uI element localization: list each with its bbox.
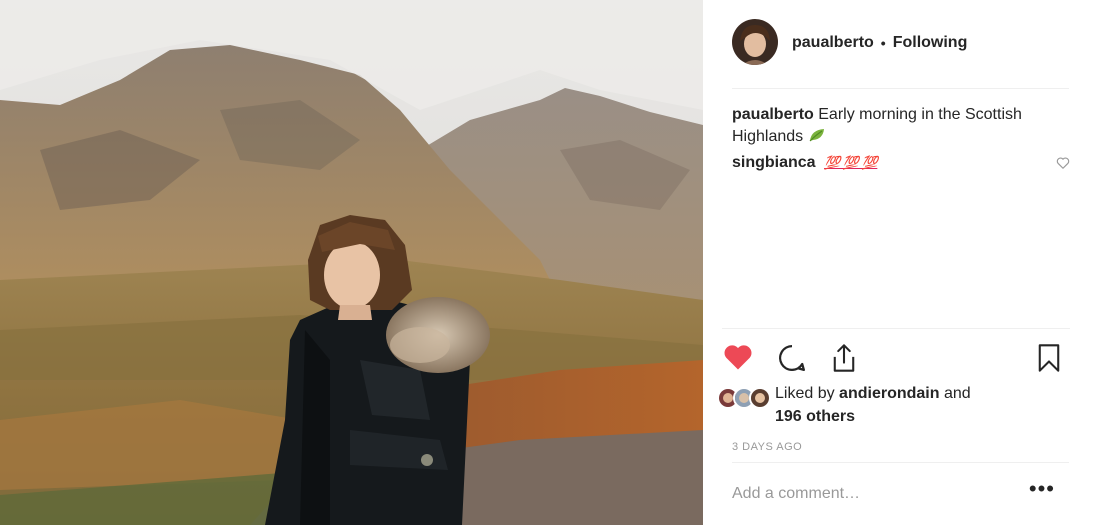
comment-like-icon[interactable]	[1056, 156, 1070, 170]
post-header: paualberto • Following	[732, 19, 1069, 89]
post-caption: paualberto Early morning in the Scottish…	[732, 104, 1072, 148]
leaf-icon	[809, 129, 824, 142]
author-username[interactable]: paualberto	[792, 34, 874, 52]
likes-summary: Liked by andierondain and 196 others	[717, 382, 971, 428]
more-options-icon[interactable]: •••	[1029, 478, 1055, 504]
share-icon[interactable]	[830, 343, 858, 373]
comment-username[interactable]: singbianca	[732, 154, 816, 171]
heart-icon[interactable]	[723, 343, 753, 371]
post-photo[interactable]	[0, 0, 703, 525]
likes-text: Liked by andierondain and 196 others	[775, 382, 971, 428]
likes-others[interactable]: 196 others	[775, 408, 855, 425]
comment-item: singbianca 💯 💯 💯	[732, 154, 1072, 172]
post-sidebar: paualberto • Following paualberto Early …	[703, 0, 1095, 525]
liker-avatars[interactable]	[717, 387, 771, 409]
bookmark-icon[interactable]	[1036, 343, 1062, 373]
comments-section: paualberto Early morning in the Scottish…	[732, 104, 1072, 172]
separator-dot: •	[880, 35, 886, 51]
comment-text: 💯 💯 💯	[824, 155, 878, 170]
add-comment-bar: •••	[732, 462, 1069, 525]
comment-input[interactable]	[732, 485, 1022, 503]
likes-user[interactable]: andierondain	[839, 385, 939, 402]
following-button[interactable]: Following	[893, 34, 968, 52]
likes-prefix: Liked by	[775, 385, 835, 402]
post-timestamp[interactable]: 3 DAYS AGO	[732, 441, 802, 453]
comment-icon[interactable]	[777, 343, 807, 373]
highlands-photo	[0, 0, 703, 525]
likes-and: and	[943, 385, 971, 402]
caption-username[interactable]: paualberto	[732, 106, 814, 123]
author-avatar[interactable]	[732, 19, 778, 65]
liker-avatar	[749, 387, 771, 409]
